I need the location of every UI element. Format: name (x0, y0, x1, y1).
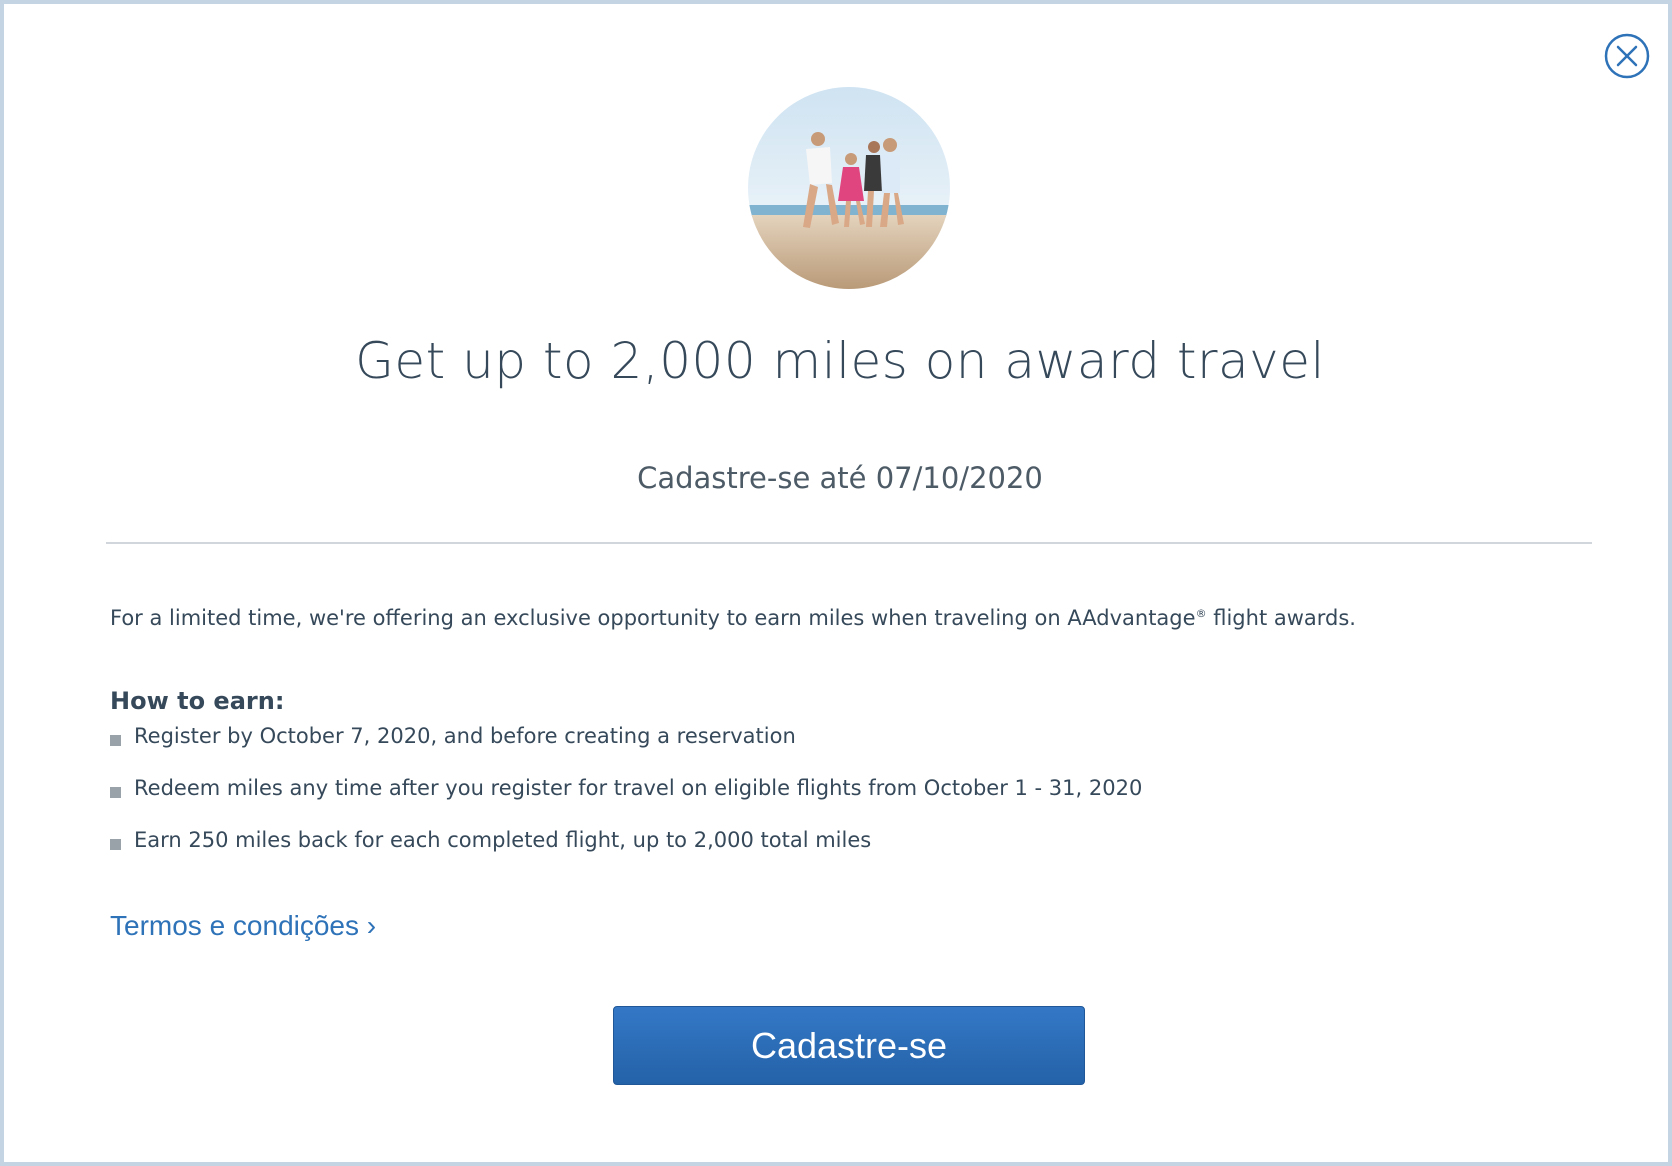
list-item: Register by October 7, 2020, and before … (110, 724, 1142, 776)
hero-image (748, 87, 950, 289)
registration-deadline: Cadastre-se até 07/10/2020 (637, 461, 1043, 495)
close-icon (1604, 33, 1650, 79)
terms-and-conditions-link[interactable]: Termos e condições › (110, 910, 376, 942)
square-bullet-icon (110, 735, 121, 746)
intro-text-end: flight awards. (1206, 606, 1356, 630)
how-to-earn-list: Register by October 7, 2020, and before … (110, 724, 1142, 880)
register-button[interactable]: Cadastre-se (613, 1006, 1085, 1085)
square-bullet-icon (110, 787, 121, 798)
intro-text-main: For a limited time, we're offering an ex… (110, 606, 1196, 630)
divider (106, 542, 1592, 544)
square-bullet-icon (110, 839, 121, 850)
list-item: Earn 250 miles back for each completed f… (110, 828, 1142, 880)
how-to-earn-heading: How to earn: (110, 687, 285, 715)
close-button[interactable] (1603, 32, 1651, 80)
list-item-text: Earn 250 miles back for each completed f… (134, 828, 872, 852)
modal-title: Get up to 2,000 miles on award travel (355, 332, 1325, 390)
list-item-text: Redeem miles any time after you register… (134, 776, 1143, 800)
list-item-text: Register by October 7, 2020, and before … (134, 724, 796, 748)
list-item: Redeem miles any time after you register… (110, 776, 1142, 828)
intro-text: For a limited time, we're offering an ex… (110, 606, 1356, 630)
registered-mark: ® (1195, 607, 1207, 620)
promo-modal: Get up to 2,000 miles on award travel Ca… (0, 0, 1672, 1166)
